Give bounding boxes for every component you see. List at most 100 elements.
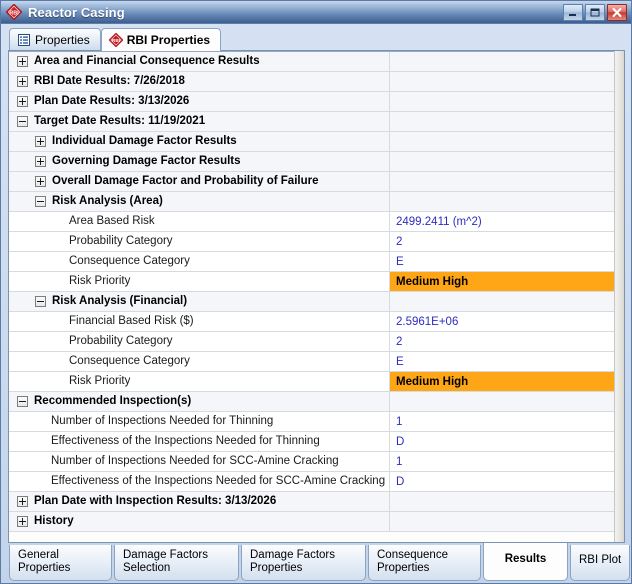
grid-row-label-cell: Number of Inspections Needed for SCC-Ami… [9,452,390,471]
grid-row[interactable]: Consequence Category E [9,352,614,372]
tab-properties[interactable]: Properties [9,28,101,50]
grid-row-label-cell: Risk Priority [9,372,390,391]
bottom-tab-general-properties[interactable]: General Properties [9,545,112,581]
grid-row-value[interactable] [390,512,614,531]
minimize-button[interactable] [563,3,583,21]
svg-text:RBI: RBI [9,10,19,16]
row-label-recommended-inspection-s: Recommended Inspection(s) [34,394,192,407]
bottom-tab-damage-factors-selection[interactable]: Damage Factors Selection [114,545,239,581]
row-label-effectiveness-of-the-inspections-needed-for-thinning: Effectiveness of the Inspections Needed … [51,434,320,447]
collapse-icon[interactable] [17,396,28,407]
grid-row[interactable]: Plan Date Results: 3/13/2026 [9,92,614,112]
tab-rbi-properties[interactable]: RBI RBI Properties [100,28,222,51]
expand-icon[interactable] [17,56,28,67]
grid-row[interactable]: Effectiveness of the Inspections Needed … [9,432,614,452]
grid-row-value[interactable] [390,152,614,171]
grid-row[interactable]: Probability Category 2 [9,332,614,352]
maximize-button[interactable] [585,3,605,21]
grid-row[interactable]: Individual Damage Factor Results [9,132,614,152]
grid-row[interactable]: Number of Inspections Needed for Thinnin… [9,412,614,432]
bottom-tab-label: Results [504,553,547,565]
row-label-probability-category: Probability Category [69,334,173,347]
grid-row[interactable]: Risk Analysis (Area) [9,192,614,212]
expand-icon[interactable] [35,156,46,167]
grid-row[interactable]: Probability Category 2 [9,232,614,252]
grid-row[interactable]: Area and Financial Consequence Results [9,52,614,72]
row-label-number-of-inspections-needed-for-scc-amine-cracking: Number of Inspections Needed for SCC-Ami… [51,454,339,467]
close-button[interactable] [607,3,627,21]
collapse-icon[interactable] [35,296,46,307]
grid-row-value[interactable]: 1 [390,412,614,431]
row-label-rbi-date-results-7-26-2018: RBI Date Results: 7/26/2018 [34,74,185,87]
row-label-risk-analysis-area: Risk Analysis (Area) [52,194,163,207]
svg-text:RBI: RBI [112,38,120,44]
grid-row[interactable]: Area Based Risk 2499.2411 (m^2) [9,212,614,232]
bottom-tab-label: Damage Factors Properties [250,549,336,574]
grid-row-value[interactable]: 1 [390,452,614,471]
grid-row-value[interactable] [390,292,614,311]
grid-row-value[interactable] [390,72,614,91]
collapse-icon[interactable] [17,116,28,127]
expand-icon[interactable] [17,496,28,507]
grid-row[interactable]: Overall Damage Factor and Probability of… [9,172,614,192]
grid-row-label-cell: Area and Financial Consequence Results [9,52,390,71]
grid-row-value-highlighted[interactable]: Medium High [390,272,614,291]
bottom-tab-rbi-plot[interactable]: RBI Plot [570,545,631,581]
grid-row[interactable]: RBI Date Results: 7/26/2018 [9,72,614,92]
bottom-tab-damage-factors-properties[interactable]: Damage Factors Properties [241,545,366,581]
grid-row-value[interactable]: D [390,432,614,451]
grid-row-value[interactable]: 2.5961E+06 [390,312,614,331]
grid-scroll-rail[interactable] [614,51,624,542]
rbi-diamond-icon: RBI [5,3,23,21]
grid-row-value[interactable] [390,112,614,131]
grid-row[interactable]: Plan Date with Inspection Results: 3/13/… [9,492,614,512]
grid-row-label-cell: Number of Inspections Needed for Thinnin… [9,412,390,431]
expand-icon[interactable] [35,136,46,147]
property-grid[interactable]: Area and Financial Consequence Results RB… [9,51,614,542]
grid-row[interactable]: Governing Damage Factor Results [9,152,614,172]
grid-row-value[interactable] [390,392,614,411]
row-label-area-based-risk: Area Based Risk [69,214,155,227]
grid-row[interactable]: Number of Inspections Needed for SCC-Ami… [9,452,614,472]
grid-row-label-cell: Effectiveness of the Inspections Needed … [9,432,390,451]
grid-row[interactable]: Consequence Category E [9,252,614,272]
grid-row[interactable]: Risk Priority Medium High [9,372,614,392]
grid-row-label-cell: Plan Date with Inspection Results: 3/13/… [9,492,390,511]
grid-row-value[interactable] [390,172,614,191]
expand-icon[interactable] [17,516,28,527]
row-label-overall-damage-factor-and-probability-of-failure: Overall Damage Factor and Probability of… [52,174,319,187]
grid-row[interactable]: Target Date Results: 11/19/2021 [9,112,614,132]
row-label-probability-category: Probability Category [69,234,173,247]
grid-row-label-cell: Overall Damage Factor and Probability of… [9,172,390,191]
grid-row-value[interactable] [390,92,614,111]
expand-icon[interactable] [17,96,28,107]
row-label-risk-analysis-financial: Risk Analysis (Financial) [52,294,188,307]
expand-icon[interactable] [35,176,46,187]
grid-row-label-cell: Recommended Inspection(s) [9,392,390,411]
grid-row-value[interactable] [390,132,614,151]
grid-row-value[interactable] [390,192,614,211]
grid-row-label-cell: Plan Date Results: 3/13/2026 [9,92,390,111]
grid-row[interactable]: Risk Priority Medium High [9,272,614,292]
grid-row-value[interactable] [390,492,614,511]
bottom-tab-results[interactable]: Results [483,543,568,581]
grid-row[interactable]: Effectiveness of the Inspections Needed … [9,472,614,492]
grid-row[interactable]: Recommended Inspection(s) [9,392,614,412]
grid-row-value[interactable] [390,52,614,71]
grid-row[interactable]: Risk Analysis (Financial) [9,292,614,312]
row-label-history: History [34,514,74,527]
bottom-tab-consequence-properties[interactable]: Consequence Properties [368,545,481,581]
grid-row-value[interactable]: E [390,352,614,371]
grid-row-value[interactable]: 2 [390,232,614,251]
grid-row-label-cell: Individual Damage Factor Results [9,132,390,151]
grid-row-value[interactable]: E [390,252,614,271]
grid-row-value-highlighted[interactable]: Medium High [390,372,614,391]
grid-row[interactable]: Financial Based Risk ($) 2.5961E+06 [9,312,614,332]
expand-icon[interactable] [17,76,28,87]
grid-row-value[interactable]: 2 [390,332,614,351]
grid-row-label-cell: RBI Date Results: 7/26/2018 [9,72,390,91]
grid-row-value[interactable]: 2499.2411 (m^2) [390,212,614,231]
collapse-icon[interactable] [35,196,46,207]
grid-row[interactable]: History [9,512,614,532]
grid-row-value[interactable]: D [390,472,614,491]
